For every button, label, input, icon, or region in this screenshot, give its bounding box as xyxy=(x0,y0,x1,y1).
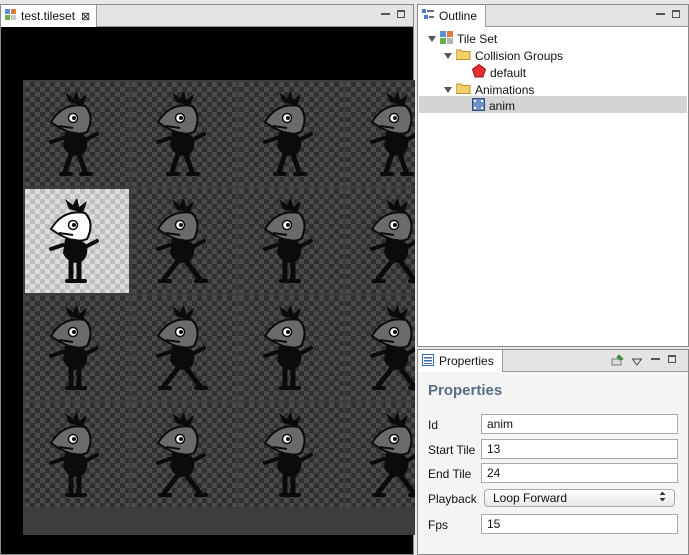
properties-icon xyxy=(422,353,434,369)
tree-selection-highlight xyxy=(419,96,687,113)
tree-item-tileset[interactable]: Tile Set xyxy=(428,30,497,47)
animation-icon xyxy=(472,97,485,114)
tile[interactable] xyxy=(132,189,236,293)
start-tile-field[interactable]: 13 xyxy=(481,439,678,459)
editor-tab-title: test.tileset xyxy=(21,9,76,23)
character-sprite xyxy=(156,199,208,283)
character-sprite xyxy=(370,306,415,390)
playback-select-value: Loop Forward xyxy=(493,491,568,505)
tile[interactable] xyxy=(239,296,343,400)
tile[interactable] xyxy=(132,82,236,186)
tile[interactable] xyxy=(25,82,129,186)
editor-tabbar: test.tileset ⊠ xyxy=(1,5,413,27)
updown-arrows-icon xyxy=(659,491,666,505)
tile[interactable] xyxy=(25,403,129,507)
tile[interactable] xyxy=(346,403,415,507)
outline-panel: Outline Tile Set Collision Groups defaul… xyxy=(417,4,689,347)
maximize-icon[interactable] xyxy=(670,8,682,20)
tree-item-anim[interactable]: anim xyxy=(472,97,515,114)
tile[interactable] xyxy=(25,296,129,400)
tile-grid[interactable] xyxy=(23,80,415,535)
tile[interactable] xyxy=(132,296,236,400)
expand-triangle-icon[interactable] xyxy=(428,35,436,42)
properties-tab[interactable]: Properties xyxy=(418,350,503,372)
tile[interactable] xyxy=(239,82,343,186)
outline-tab-title: Outline xyxy=(439,9,478,23)
tree-item-label: Tile Set xyxy=(457,31,498,46)
expand-triangle-icon[interactable] xyxy=(444,86,452,93)
tree-item-label: Collision Groups xyxy=(475,48,564,63)
tileset-icon xyxy=(5,8,17,24)
view-menu-icon[interactable] xyxy=(631,355,643,369)
outline-tab[interactable]: Outline xyxy=(418,5,487,27)
tree-item-label: default xyxy=(490,65,527,80)
character-sprite xyxy=(370,413,415,497)
properties-tab-title: Properties xyxy=(439,354,494,368)
collision-group-icon xyxy=(471,63,487,81)
properties-heading: Properties xyxy=(428,382,503,399)
tile[interactable] xyxy=(346,82,415,186)
maximize-icon[interactable] xyxy=(395,8,407,20)
tile[interactable] xyxy=(132,403,236,507)
tile[interactable] xyxy=(239,189,343,293)
end-tile-field[interactable]: 24 xyxy=(481,463,678,483)
tree-item-label: Animations xyxy=(475,82,535,97)
character-sprite xyxy=(263,199,313,283)
outline-tabbar: Outline xyxy=(418,5,688,27)
id-label: Id xyxy=(428,418,439,432)
folder-icon xyxy=(455,48,471,63)
properties-panel: Properties Properties Id anim Start Tile… xyxy=(417,349,689,555)
playback-label: Playback xyxy=(428,492,477,506)
tileset-editor[interactable]: test.tileset ⊠ xyxy=(0,4,415,555)
playback-select[interactable]: Loop Forward xyxy=(484,489,675,507)
character-sprite xyxy=(156,306,208,390)
close-icon[interactable]: ⊠ xyxy=(81,10,90,23)
end-tile-label: End Tile xyxy=(428,467,472,481)
minimize-icon[interactable] xyxy=(649,353,661,365)
tree-item-collision-groups[interactable]: Collision Groups xyxy=(444,47,563,64)
tile-selected[interactable] xyxy=(25,189,129,293)
fps-label: Fps xyxy=(428,518,449,532)
character-sprite xyxy=(49,199,99,283)
character-sprite xyxy=(370,199,415,283)
maximize-icon[interactable] xyxy=(666,353,678,365)
pin-icon[interactable] xyxy=(611,354,624,370)
character-sprite xyxy=(370,92,415,176)
start-tile-label: Start Tile xyxy=(428,443,476,457)
character-sprite xyxy=(263,92,313,176)
character-sprite xyxy=(156,92,206,176)
tile[interactable] xyxy=(346,189,415,293)
character-sprite xyxy=(156,413,208,497)
editor-tab[interactable]: test.tileset ⊠ xyxy=(1,5,98,27)
id-field[interactable]: anim xyxy=(481,414,678,434)
character-sprite xyxy=(49,92,99,176)
minimize-icon[interactable] xyxy=(379,8,391,20)
folder-icon xyxy=(455,82,471,97)
outline-icon xyxy=(422,8,434,24)
tree-item-default[interactable]: default xyxy=(471,63,527,81)
tileset-icon xyxy=(440,30,453,47)
minimize-icon[interactable] xyxy=(654,8,666,20)
character-sprite xyxy=(49,413,99,497)
character-sprite xyxy=(49,306,99,390)
fps-field[interactable]: 15 xyxy=(481,514,678,534)
character-sprite xyxy=(263,306,313,390)
tile[interactable] xyxy=(346,296,415,400)
tile[interactable] xyxy=(239,403,343,507)
character-sprite xyxy=(263,413,313,497)
tree-item-label: anim xyxy=(489,98,516,113)
expand-triangle-icon[interactable] xyxy=(444,52,452,59)
properties-tabbar: Properties xyxy=(418,350,688,372)
